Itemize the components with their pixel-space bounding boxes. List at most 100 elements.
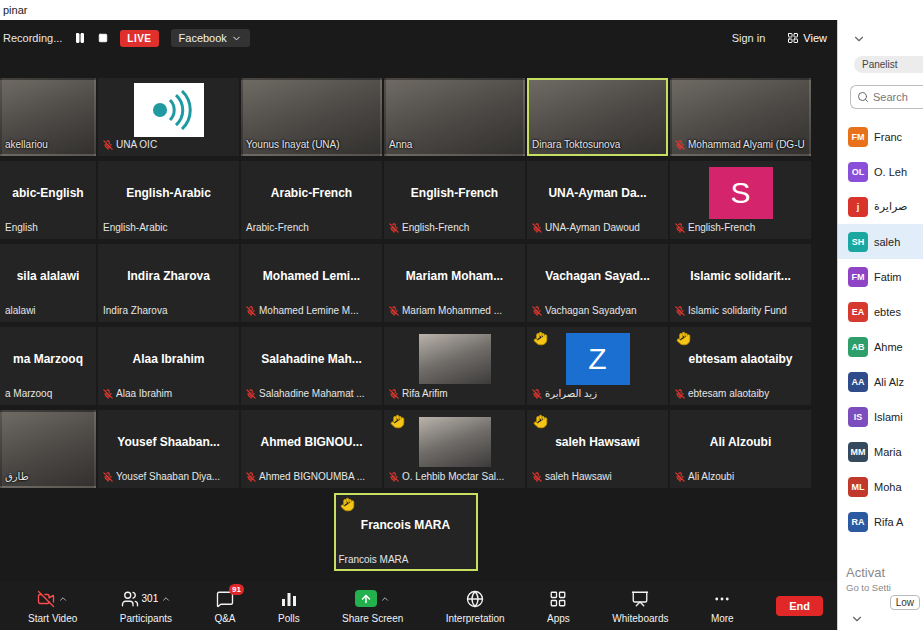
- participant-label: O. Lehbib Moctar Sal...: [386, 471, 523, 486]
- participant-tile[interactable]: Rifa Arifim: [384, 327, 525, 405]
- participant-tile[interactable]: Mohammad Alyami (DG-U: [670, 78, 811, 156]
- toolbar-button[interactable]: Whiteboards: [612, 589, 668, 624]
- participant-row[interactable]: MMMaria: [838, 434, 923, 469]
- participant-tile[interactable]: abic-EnglishEnglish: [0, 161, 96, 239]
- participant-tile[interactable]: sila alalawialalawi: [0, 244, 96, 322]
- end-button[interactable]: End: [776, 596, 823, 616]
- participant-avatar: AB: [848, 337, 868, 357]
- toolbar-button[interactable]: Interpretation: [446, 589, 505, 624]
- whiteboard-icon: [631, 590, 649, 608]
- participant-name: Alaa Ibrahim: [132, 352, 204, 366]
- participant-tile[interactable]: Vachagan Sayad... Vachagan Sayadyan: [527, 244, 668, 322]
- participant-name: English-French: [411, 186, 498, 200]
- stop-recording-button[interactable]: [98, 33, 108, 43]
- avatar: Z: [566, 333, 630, 385]
- pause-recording-button[interactable]: [74, 32, 86, 44]
- caret-up-icon[interactable]: [58, 594, 68, 604]
- participant-row[interactable]: AB Ahme: [838, 329, 923, 364]
- participant-tile[interactable]: طارق: [0, 410, 96, 488]
- notification-badge: 91: [229, 584, 244, 595]
- meeting-toolbar: Start Video 301Participants 91Q&A Polls Shar…: [0, 582, 837, 630]
- view-button[interactable]: View: [787, 32, 827, 44]
- toolbar-button[interactable]: Polls: [278, 589, 300, 624]
- tile-content: Vachagan Sayad...: [529, 246, 666, 305]
- participant-row[interactable]: AAAli Alz: [838, 364, 923, 399]
- toolbar-button[interactable]: Apps: [547, 589, 570, 624]
- sign-in-link[interactable]: Sign in: [732, 32, 766, 44]
- participant-tile[interactable]: English-ArabicEnglish-Arabic: [98, 161, 239, 239]
- participant-tile[interactable]: akellariou: [0, 78, 96, 156]
- muted-mic-icon: [675, 472, 685, 482]
- participant-tile[interactable]: Younus Inayat (UNA): [241, 78, 382, 156]
- participant-name: Ahmed BIGNOU...: [260, 435, 362, 449]
- participant-row[interactable]: MLMoha: [838, 469, 923, 504]
- tile-content: abic-English: [2, 163, 94, 222]
- participant-tile[interactable]: English-FrenchEnglish-French: [384, 161, 525, 239]
- participant-tile[interactable]: Mohamed Lemi...Mohamed Lemine M...: [241, 244, 382, 322]
- participant-tile[interactable]: Salahadine Mah...Salahadine Mahamat ...: [241, 327, 382, 405]
- participant-name: Vachagan Sayad...: [545, 269, 650, 283]
- participant-tile[interactable]: ma Marzooqa Marzooq: [0, 327, 96, 405]
- participant-name: English-Arabic: [126, 186, 211, 200]
- participants-panel: Panelist Search FMFrancOLO. LehjصرايرةSHsa…: [837, 20, 923, 630]
- participant-tile[interactable]: Yousef Shaaban...Yousef Shaaban Diya...: [98, 410, 239, 488]
- participant-row-name: Fatim: [874, 271, 902, 283]
- participant-tile[interactable]: Anna: [384, 78, 525, 156]
- lower-hand-button[interactable]: Low: [890, 595, 920, 610]
- tile-content: [672, 80, 809, 139]
- participant-row[interactable]: SHsaleh: [838, 224, 923, 259]
- participant-tile[interactable]: Ahmed BIGNOU...Ahmed BIGNOUMBA ...: [241, 410, 382, 488]
- participant-tile[interactable]: SEnglish-French: [670, 161, 811, 239]
- participant-row[interactable]: jصرايرة: [838, 189, 923, 224]
- muted-mic-icon: [532, 223, 542, 233]
- participant-row-name: Ahme: [874, 341, 903, 353]
- participant-tile[interactable]: O. Lehbib Moctar Sal...: [384, 410, 525, 488]
- toolbar-button[interactable]: 301Participants: [120, 589, 172, 624]
- live-badge[interactable]: LIVE: [120, 30, 158, 47]
- scroll-down-chevron-icon[interactable]: [850, 612, 923, 626]
- toolbar-button[interactable]: Share Screen: [342, 589, 403, 624]
- participant-tile[interactable]: Zزيد الصرايرة: [527, 327, 668, 405]
- participant-label: a Marzooq: [2, 388, 94, 403]
- participant-row[interactable]: EAebtes: [838, 294, 923, 329]
- participant-tile[interactable]: Arabic-FrenchArabic-French: [241, 161, 382, 239]
- toolbar-button[interactable]: Start Video: [28, 589, 77, 624]
- collapse-chevron-icon[interactable]: [852, 32, 923, 46]
- toolbar-button[interactable]: 91Q&A: [214, 589, 235, 624]
- participant-label: akellariou: [2, 139, 94, 154]
- stream-dropdown[interactable]: Facebook: [171, 29, 250, 47]
- participant-row[interactable]: ISIslami: [838, 399, 923, 434]
- participant-label: Mohamed Lemine M...: [243, 305, 380, 320]
- participant-tile[interactable]: Alaa IbrahimAlaa Ibrahim: [98, 327, 239, 405]
- caret-up-icon[interactable]: [380, 594, 390, 604]
- panelist-tab[interactable]: Panelist: [854, 56, 923, 73]
- participant-row[interactable]: RARifa A: [838, 504, 923, 539]
- toolbar-icon-row: [713, 589, 731, 609]
- stop-icon: [98, 33, 108, 43]
- participant-row[interactable]: FMFatim: [838, 259, 923, 294]
- participant-row-name: Maria: [874, 446, 902, 458]
- participant-tile[interactable]: saleh Hawsawisaleh Hawsawi: [527, 410, 668, 488]
- tile-content: ma Marzooq: [2, 329, 94, 388]
- participant-tile[interactable]: Islamic solidarit...Islamic solidarity F…: [670, 244, 811, 322]
- participant-tile[interactable]: Ali AlzoubiAli Alzoubi: [670, 410, 811, 488]
- participant-row[interactable]: OLO. Leh: [838, 154, 923, 189]
- participant-tile[interactable]: UNA-Ayman Da...UNA-Ayman Dawoud: [527, 161, 668, 239]
- toolbar-button[interactable]: More: [711, 589, 734, 624]
- participant-tile[interactable]: Francois MARAFrancois MARA: [334, 493, 478, 571]
- participant-tile[interactable]: UNA OIC: [98, 78, 239, 156]
- participant-tile[interactable]: ebtesam alaotaibyebtesam alaotaiby: [670, 327, 811, 405]
- participant-tile[interactable]: Indira ZharovaIndira Zharova: [98, 244, 239, 322]
- participant-tile[interactable]: Dinara Toktosunova: [527, 78, 668, 156]
- participant-label: Vachagan Sayadyan: [529, 305, 666, 320]
- tile-content: UNA-Ayman Da...: [529, 163, 666, 222]
- tile-content: Francois MARA: [336, 495, 476, 554]
- participant-name: Islamic solidarit...: [690, 269, 791, 283]
- participant-row-name: O. Leh: [874, 166, 907, 178]
- search-field[interactable]: Search: [850, 85, 923, 109]
- participant-row[interactable]: FMFranc: [838, 119, 923, 154]
- tile-content: saleh Hawsawi: [529, 412, 666, 471]
- participant-tile[interactable]: Mariam Moham...Mariam Mohammed ...: [384, 244, 525, 322]
- tile-content: Z: [529, 329, 666, 388]
- caret-up-icon[interactable]: [161, 594, 171, 604]
